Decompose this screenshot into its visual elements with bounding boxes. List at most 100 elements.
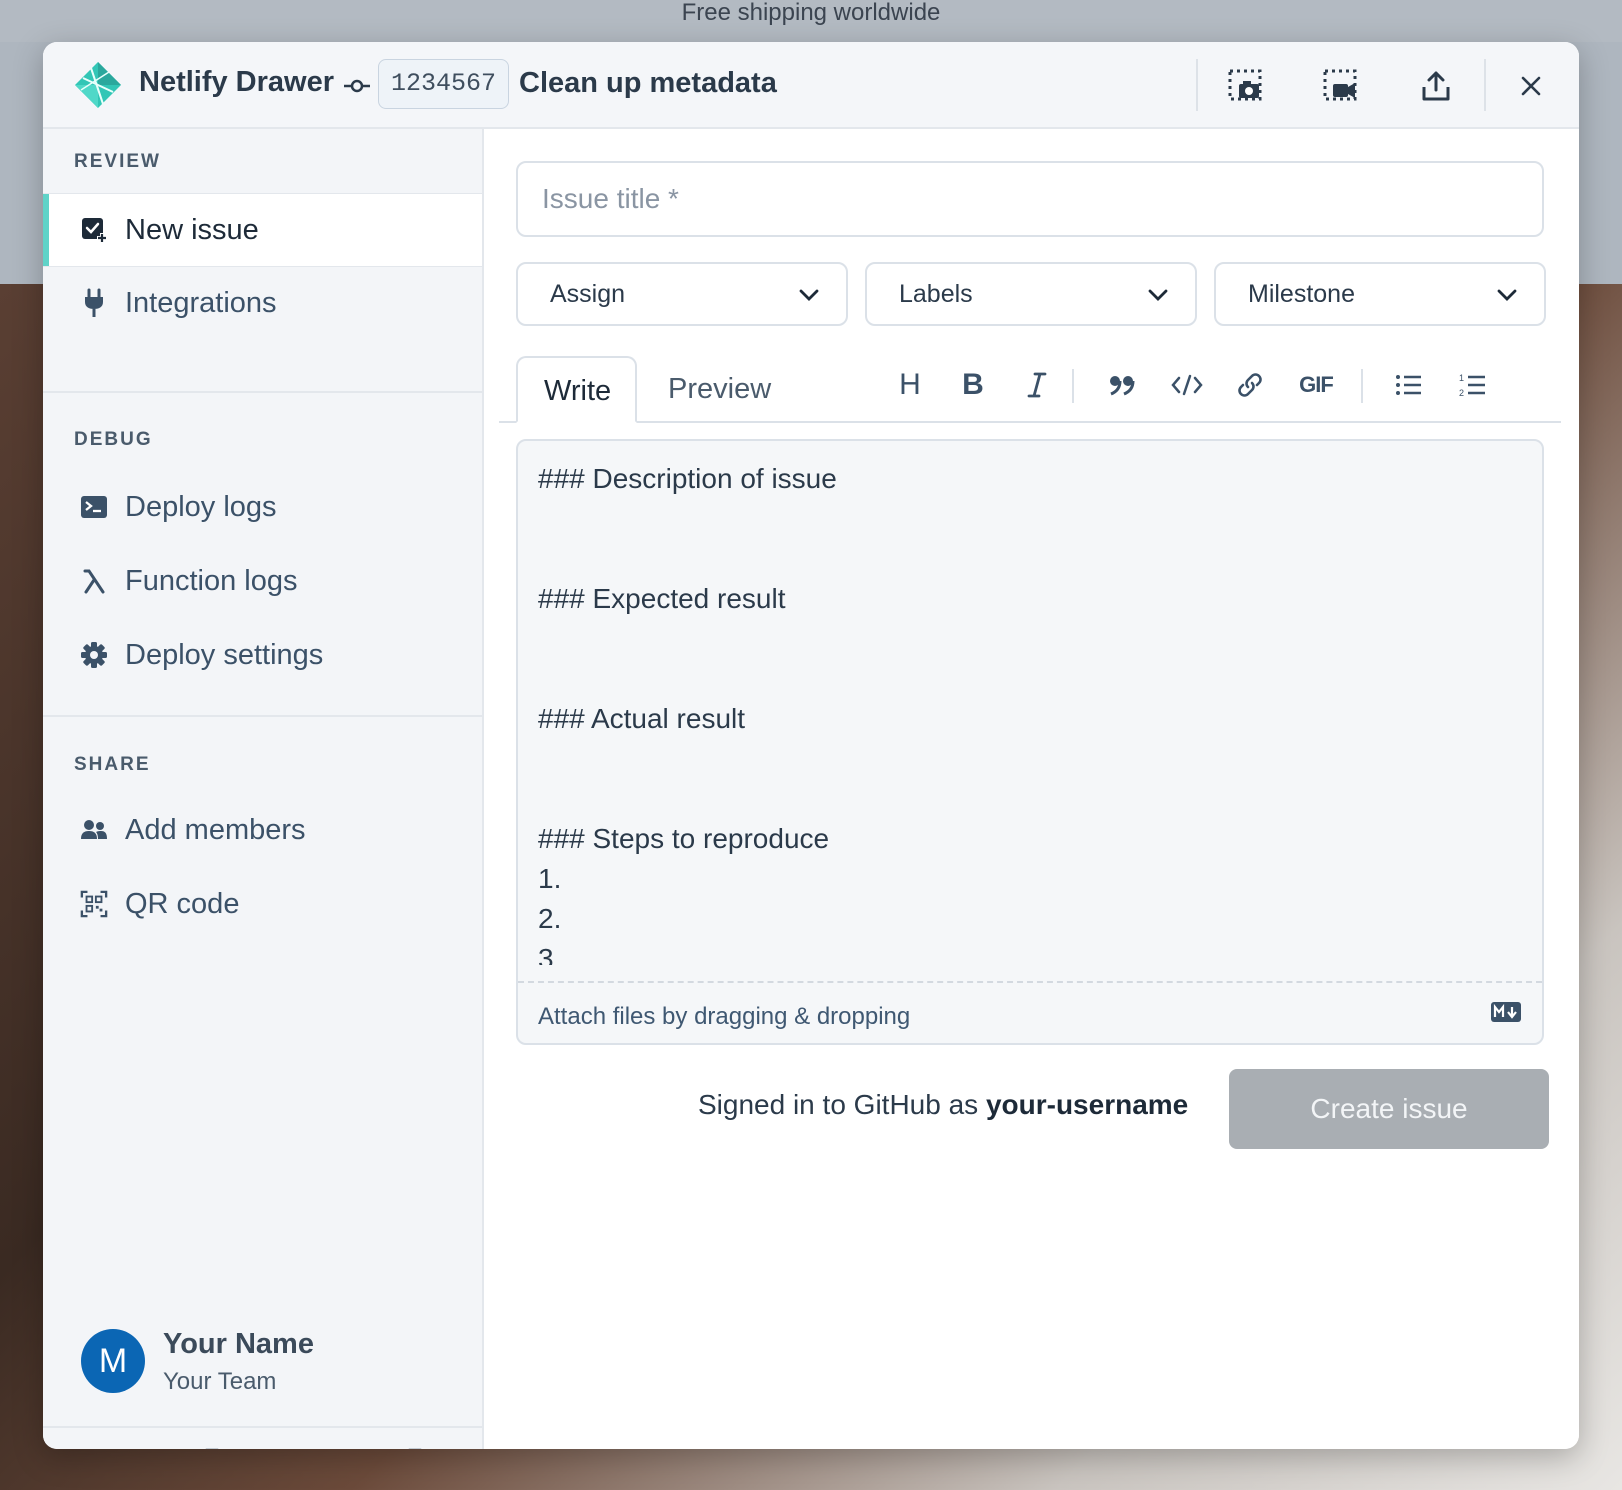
numbered-list-button[interactable]: 1 2 xyxy=(1453,365,1493,405)
sidebar-item-deploy-settings[interactable]: Deploy settings xyxy=(43,619,482,691)
dock-left-icon xyxy=(205,1448,219,1449)
bold-button[interactable]: B xyxy=(953,365,993,405)
toolbar-divider xyxy=(1361,369,1363,403)
section-label-share: SHARE xyxy=(74,754,151,775)
code-icon xyxy=(1171,374,1203,396)
svg-text:1: 1 xyxy=(1459,373,1464,383)
commit-message: Clean up metadata xyxy=(519,67,777,99)
netlify-logo-icon xyxy=(75,62,121,108)
qr-code-icon xyxy=(80,890,108,918)
sidebar-item-label: Deploy logs xyxy=(125,490,277,523)
attach-files-text[interactable]: Attach files by dragging & dropping xyxy=(538,1003,910,1031)
share-icon xyxy=(1422,71,1450,101)
github-signin-status: Signed in to GitHub as your-username xyxy=(698,1089,1188,1121)
plug-icon xyxy=(80,288,108,317)
sidebar-item-label: Add members xyxy=(125,813,306,846)
close-icon xyxy=(1521,76,1541,96)
promo-banner: Free shipping worldwide xyxy=(0,0,1622,42)
sidebar-item-label: New issue xyxy=(125,213,259,246)
labels-select[interactable]: Labels xyxy=(865,262,1197,326)
drag-handle-button[interactable] xyxy=(78,1446,112,1449)
screenshot-icon xyxy=(1228,69,1262,101)
gif-icon: GIF xyxy=(1299,372,1334,397)
lambda-icon xyxy=(80,567,108,595)
sidebar-divider xyxy=(43,391,482,393)
link-button[interactable] xyxy=(1230,365,1270,405)
github-username: your-username xyxy=(985,1089,1189,1120)
chevron-down-icon xyxy=(1148,289,1168,301)
sidebar-item-qr-code[interactable]: QR code xyxy=(43,868,482,940)
header-divider xyxy=(1196,59,1198,111)
dock-right-button[interactable] xyxy=(406,1446,440,1449)
markdown-icon xyxy=(1491,1002,1521,1022)
tab-preview[interactable]: Preview xyxy=(642,356,797,423)
record-video-button[interactable] xyxy=(1319,64,1363,108)
header-divider xyxy=(1484,59,1486,111)
link-icon xyxy=(1238,373,1262,397)
create-issue-button[interactable]: Create issue xyxy=(1229,1069,1549,1149)
sidebar-item-add-members[interactable]: Add members xyxy=(43,794,482,866)
sidebar-item-new-issue[interactable]: New issue xyxy=(43,193,482,267)
milestone-select[interactable]: Milestone xyxy=(1214,262,1546,326)
close-button[interactable] xyxy=(1509,64,1553,108)
sidebar-divider xyxy=(43,715,482,717)
avatar[interactable]: M xyxy=(81,1329,145,1393)
sidebar-item-label: Function logs xyxy=(125,564,298,597)
sidebar-item-label: Deploy settings xyxy=(125,638,324,671)
dock-left-button[interactable] xyxy=(188,1446,222,1449)
milestone-label: Milestone xyxy=(1248,279,1355,308)
brand-title: Netlify Drawer xyxy=(139,66,335,98)
sidebar-item-deploy-logs[interactable]: Deploy logs xyxy=(43,471,482,543)
terminal-icon xyxy=(80,493,108,521)
heading-icon: H xyxy=(899,368,921,401)
new-issue-icon xyxy=(80,216,108,244)
gear-icon xyxy=(80,641,108,669)
drawer-header: Netlify Drawer 1234567 Clean up metadata xyxy=(43,42,1579,129)
drawer-position-bar xyxy=(43,1426,482,1449)
sidebar: REVIEW New issue Integrations DEBUG Depl… xyxy=(43,129,484,1449)
bulleted-list-button[interactable] xyxy=(1389,365,1429,405)
assign-label: Assign xyxy=(550,279,626,308)
signed-in-prefix: Signed in to GitHub as xyxy=(698,1089,979,1120)
bulleted-list-icon xyxy=(1396,375,1421,395)
issue-body-editor: ### Description of issue ### Expected re… xyxy=(516,439,1544,1045)
svg-text:2: 2 xyxy=(1459,388,1464,398)
chevron-down-icon xyxy=(1497,289,1517,301)
toolbar-divider xyxy=(1072,369,1074,403)
labels-label: Labels xyxy=(899,279,973,308)
italic-icon xyxy=(1027,372,1047,398)
attach-files-bar[interactable]: Attach files by dragging & dropping xyxy=(518,981,1542,1045)
banner-text: Free shipping worldwide xyxy=(681,0,941,26)
gif-button[interactable]: GIF xyxy=(1294,365,1338,405)
numbered-list-icon: 1 2 xyxy=(1459,373,1485,398)
sidebar-item-label: QR code xyxy=(125,887,240,920)
assign-select[interactable]: Assign xyxy=(516,262,848,326)
issue-form: Assign Labels Milestone Write Preview H … xyxy=(484,129,1579,1449)
commit-icon xyxy=(344,79,370,93)
quote-icon xyxy=(1110,376,1135,396)
share-button[interactable] xyxy=(1414,64,1458,108)
bold-icon: B xyxy=(962,368,984,401)
record-video-icon xyxy=(1323,69,1357,101)
dock-right-icon xyxy=(408,1448,422,1449)
commit-id-badge[interactable]: 1234567 xyxy=(378,59,510,109)
user-name: Your Name xyxy=(163,1328,314,1360)
section-label-debug: DEBUG xyxy=(74,429,153,450)
sidebar-item-integrations[interactable]: Integrations xyxy=(43,267,482,339)
users-icon xyxy=(80,816,108,844)
heading-button[interactable]: H xyxy=(890,365,930,405)
user-team: Your Team xyxy=(163,1368,277,1395)
section-label-review: REVIEW xyxy=(74,151,161,172)
issue-title-input[interactable] xyxy=(516,161,1544,237)
screenshot-button[interactable] xyxy=(1224,64,1268,108)
center-button[interactable] xyxy=(297,1446,331,1449)
quote-button[interactable] xyxy=(1102,365,1142,405)
netlify-drawer: Netlify Drawer 1234567 Clean up metadata xyxy=(43,42,1579,1449)
chevron-down-icon xyxy=(799,289,819,301)
tab-write[interactable]: Write xyxy=(516,356,637,423)
code-button[interactable] xyxy=(1167,365,1207,405)
sidebar-item-label: Integrations xyxy=(125,286,277,319)
issue-body-textarea[interactable]: ### Description of issue ### Expected re… xyxy=(538,459,1518,965)
italic-button[interactable] xyxy=(1017,365,1057,405)
sidebar-item-function-logs[interactable]: Function logs xyxy=(43,545,482,617)
